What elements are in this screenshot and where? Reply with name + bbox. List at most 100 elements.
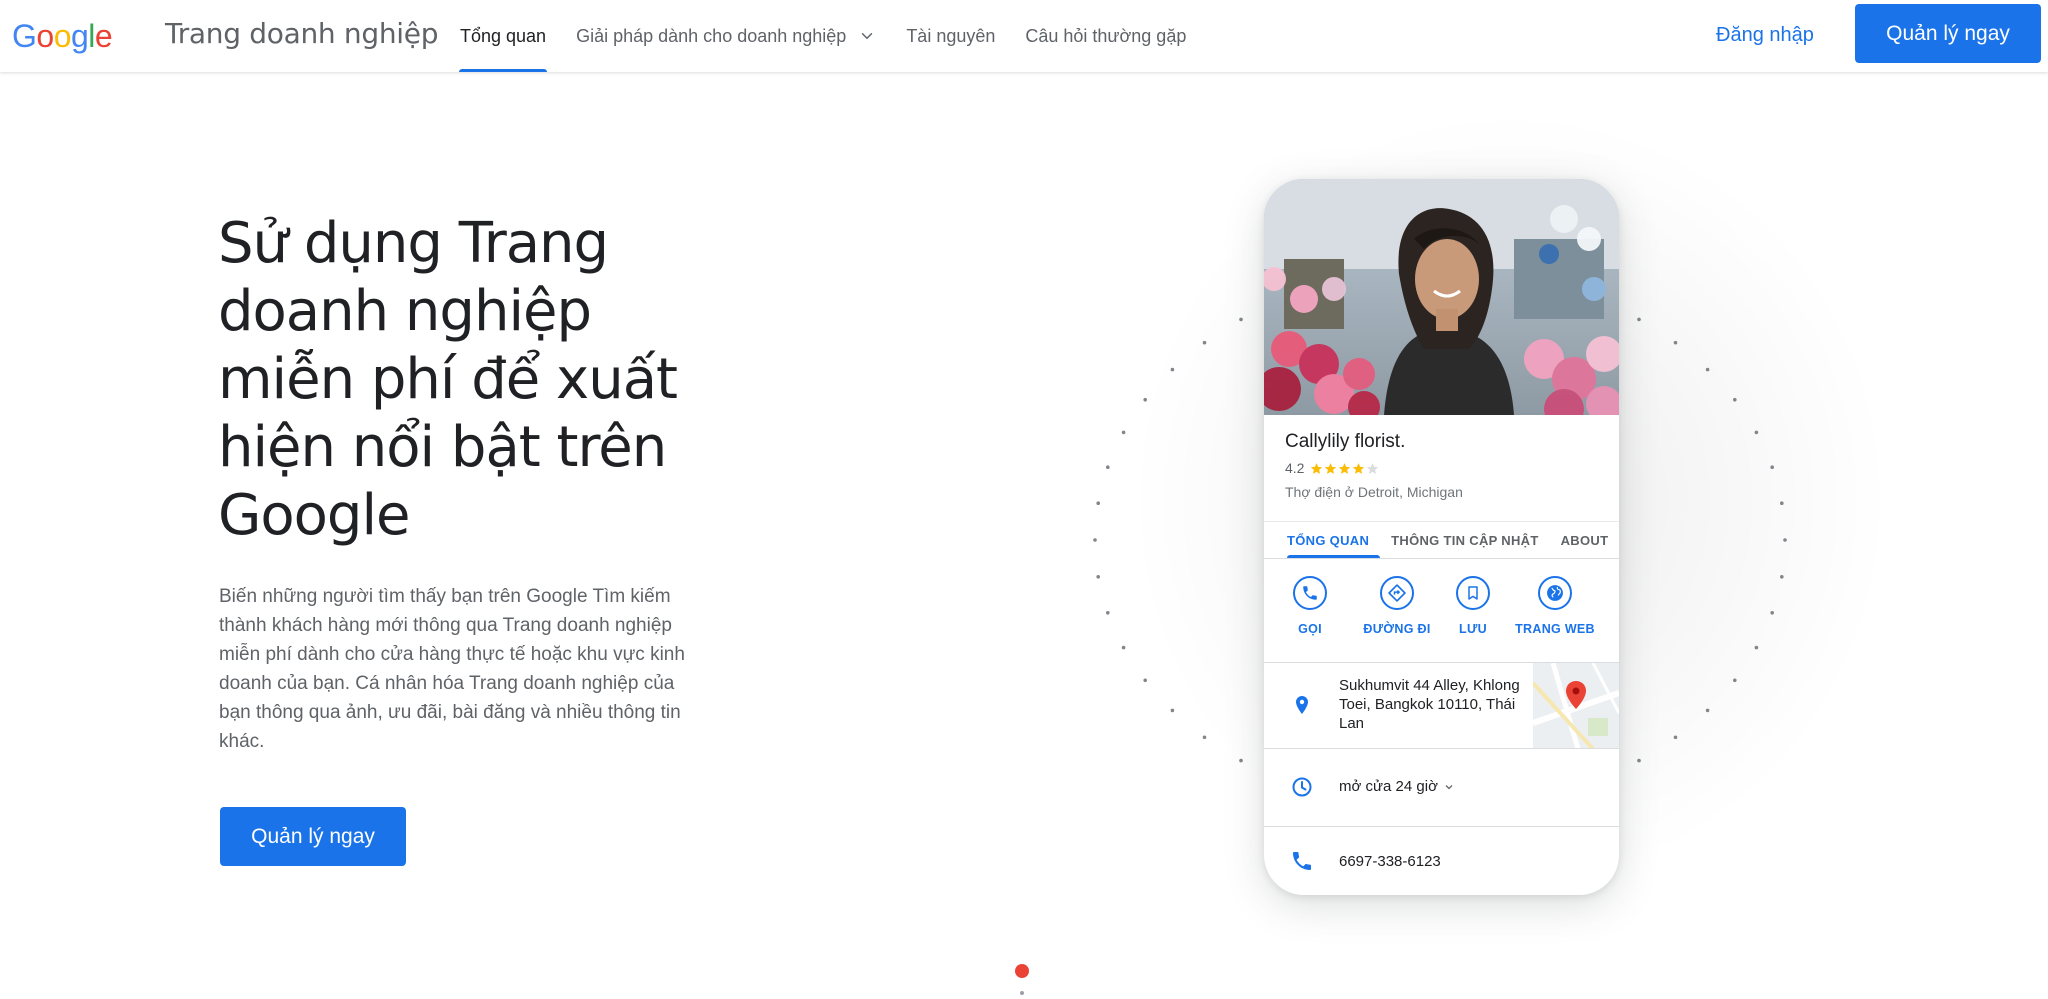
carousel-indicator-active[interactable] — [1015, 964, 1029, 978]
florist-photo-illustration — [1264, 179, 1619, 415]
ring-dot — [1093, 538, 1097, 542]
rating-value: 4.2 — [1285, 460, 1305, 476]
ring-dot — [1106, 465, 1110, 469]
ring-dot — [1780, 575, 1784, 579]
ring-dot — [1202, 340, 1207, 345]
chevron-down-icon — [862, 33, 873, 40]
business-name: Callylily florist. — [1285, 431, 1406, 452]
hours-text-wrap: mở cửa 24 giờ — [1339, 777, 1455, 796]
tab-overview[interactable]: TỔNG QUAN — [1264, 522, 1381, 558]
star-icon — [1353, 462, 1365, 474]
action-label: TRANG WEB — [1515, 622, 1595, 636]
ring-dot — [1705, 367, 1710, 372]
ring-dot — [1783, 538, 1787, 542]
top-header: Google Trang doanh nghiệp Tổng quan Giải… — [0, 0, 2048, 72]
website-circle — [1538, 576, 1572, 610]
action-label: GỌI — [1298, 622, 1322, 636]
ring-dot — [1170, 708, 1175, 713]
action-label: LƯU — [1459, 622, 1487, 636]
directions-circle — [1380, 576, 1414, 610]
ring-dot — [1673, 340, 1678, 345]
star-empty-icon — [1367, 462, 1379, 474]
manage-now-button[interactable]: Quản lý ngay — [1855, 4, 2041, 63]
star-icon — [1311, 462, 1323, 474]
logo-letter: e — [94, 18, 113, 54]
nav-item-faq[interactable]: Câu hỏi thường gặp — [1010, 0, 1201, 72]
google-logo[interactable]: Google — [12, 16, 113, 56]
location-pin-icon — [1296, 696, 1308, 714]
save-action[interactable]: LƯU — [1448, 576, 1498, 636]
ring-dot — [1239, 317, 1243, 322]
directions-icon — [1388, 584, 1406, 602]
rating-row: 4.2 — [1285, 460, 1380, 476]
ring-dot — [1096, 501, 1100, 505]
ring-dot — [1733, 678, 1737, 683]
website-action[interactable]: TRANG WEB — [1512, 576, 1598, 636]
ring-dot — [1637, 758, 1641, 763]
star-icon — [1339, 462, 1351, 474]
logo-letter: G — [12, 18, 37, 54]
ring-dot — [1754, 430, 1759, 435]
ring-dot — [1143, 678, 1147, 683]
tab-updates[interactable]: THÔNG TIN CẬP NHẬT — [1380, 522, 1549, 558]
profile-tabs: TỔNG QUAN THÔNG TIN CẬP NHẬT ABOUT B — [1264, 521, 1619, 559]
hours-row[interactable]: mở cửa 24 giờ — [1264, 748, 1619, 826]
map-thumbnail[interactable] — [1533, 663, 1619, 749]
hero-title: Sử dụng Trang doanh nghiệp miễn phí để x… — [218, 211, 678, 548]
tab-about[interactable]: ABOUT — [1550, 522, 1619, 558]
save-circle — [1456, 576, 1490, 610]
phone-number: 6697-338-6123 — [1339, 853, 1441, 870]
ring-dot — [1673, 735, 1678, 740]
ring-dot — [1239, 758, 1243, 763]
clock-icon — [1292, 777, 1312, 797]
star-icon — [1325, 462, 1337, 474]
nav-item-label: Tài nguyên — [906, 25, 996, 46]
directions-action[interactable]: ĐƯỜNG ĐI — [1362, 576, 1432, 636]
ring-dot — [1637, 317, 1641, 322]
nav-item-solutions[interactable]: Giải pháp dành cho doanh nghiệp — [561, 0, 891, 72]
star-rating — [1310, 462, 1380, 475]
quick-actions: GỌI ĐƯỜNG ĐI LƯU TRANG WEB — [1264, 576, 1619, 656]
nav-item-label: Tổng quan — [460, 25, 547, 46]
globe-icon — [1547, 585, 1563, 601]
hero-manage-now-button[interactable]: Quản lý ngay — [220, 807, 406, 866]
call-circle — [1293, 576, 1327, 610]
logo-letter: o — [36, 18, 54, 54]
ring-dot — [1170, 367, 1175, 372]
product-name[interactable]: Trang doanh nghiệp — [165, 16, 438, 52]
hours-text: mở cửa 24 giờ — [1339, 778, 1438, 795]
florist-photo — [1264, 179, 1619, 415]
logo-letter: g — [70, 18, 89, 54]
logo-letter: o — [53, 18, 72, 54]
ring-dot — [1121, 645, 1126, 650]
address-row[interactable]: Sukhumvit 44 Alley, Khlong Toei, Bangkok… — [1264, 662, 1619, 749]
ring-dot — [1705, 708, 1710, 713]
signin-link[interactable]: Đăng nhập — [1706, 14, 1824, 56]
carousel-indicator[interactable] — [1020, 991, 1024, 995]
ring-dot — [1121, 430, 1126, 435]
map-thumbnail-graphic — [1533, 663, 1619, 749]
address-text: Sukhumvit 44 Alley, Khlong Toei, Bangkok… — [1339, 677, 1520, 732]
business-profile-card: Callylily florist. 4.2 Thợ điện ở Detroi… — [1264, 179, 1619, 895]
main-nav: Tổng quan Giải pháp dành cho doanh nghiệ… — [445, 0, 1201, 72]
call-action[interactable]: GỌI — [1286, 576, 1334, 636]
phone-row[interactable]: 6697-338-6123 — [1264, 826, 1619, 895]
phone-icon — [1303, 586, 1317, 600]
phone-icon — [1293, 852, 1311, 870]
hero-description: Biến những người tìm thấy bạn trên Googl… — [219, 586, 685, 752]
ring-dot — [1106, 611, 1110, 615]
nav-item-label: Giải pháp dành cho doanh nghiệp — [576, 25, 847, 46]
ring-dot — [1733, 397, 1737, 402]
action-label: ĐƯỜNG ĐI — [1363, 622, 1431, 636]
ring-dot — [1770, 611, 1774, 615]
ring-dot — [1770, 465, 1774, 469]
nav-item-overview[interactable]: Tổng quan — [445, 0, 561, 72]
nav-item-label: Câu hỏi thường gặp — [1025, 25, 1187, 46]
chevron-down-icon — [1445, 784, 1453, 789]
nav-item-resources[interactable]: Tài nguyên — [891, 0, 1010, 72]
logo-letter: l — [88, 18, 95, 54]
ring-dot — [1780, 501, 1784, 505]
ring-dot — [1202, 735, 1207, 740]
bookmark-icon — [1468, 586, 1478, 600]
ring-dot — [1096, 575, 1100, 579]
